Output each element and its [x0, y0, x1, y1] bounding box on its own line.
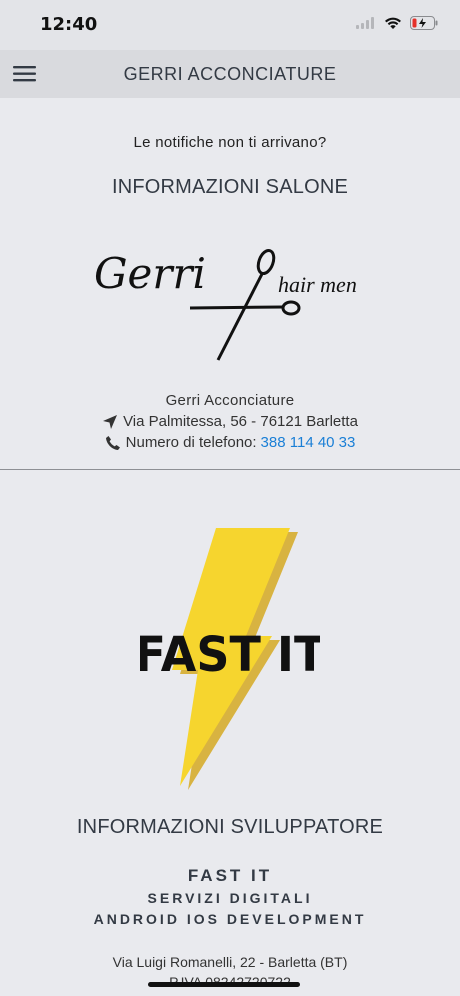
- salon-logo: Gerri hair men: [90, 240, 370, 370]
- developer-logo: FAST IT: [135, 528, 325, 790]
- developer-platforms: ANDROID IOS DEVELOPMENT: [93, 911, 367, 927]
- salon-address: Via Palmitessa, 56 - 76121 Barletta: [123, 413, 358, 430]
- page-title: GERRI ACCONCIATURE: [123, 64, 337, 84]
- phone-label: Numero di telefono:: [125, 434, 257, 451]
- notifications-help-link[interactable]: Le notifiche non ti arrivano?: [0, 134, 460, 151]
- status-bar: 12:40: [0, 0, 460, 50]
- battery-low-charging-icon: [410, 16, 438, 30]
- developer-section-title: INFORMAZIONI SVILUPPATORE: [76, 816, 384, 838]
- phone-icon: [105, 435, 120, 450]
- wifi-icon: [385, 17, 401, 29]
- salon-section-title: INFORMAZIONI SALONE: [111, 176, 349, 198]
- developer-services: SERVIZI DIGITALI: [147, 890, 313, 906]
- salon-phone-row: Numero di telefono: 388 114 40 33: [0, 434, 460, 451]
- salon-name: Gerri Acconciature: [165, 392, 295, 409]
- developer-address: Via Luigi Romanelli, 22 - Barletta (BT): [112, 954, 348, 970]
- section-divider: [0, 469, 460, 470]
- location-arrow-icon: [103, 414, 118, 429]
- scissors-icon: [189, 248, 301, 361]
- navigation-bar: GERRI ACCONCIATURE: [0, 50, 460, 98]
- developer-logo-text: FAST IT: [140, 627, 320, 683]
- phone-number-link[interactable]: 388 114 40 33: [261, 434, 356, 451]
- cellular-signal-icon: [356, 17, 374, 29]
- salon-address-row: Via Palmitessa, 56 - 76121 Barletta: [0, 413, 460, 430]
- home-indicator[interactable]: [148, 982, 300, 987]
- status-icons: [356, 16, 438, 30]
- salon-logo-main-text: Gerri: [94, 249, 206, 298]
- salon-logo-sub-text: hair men: [278, 272, 357, 297]
- status-time: 12:40: [40, 14, 98, 35]
- developer-name: FAST IT: [187, 866, 273, 885]
